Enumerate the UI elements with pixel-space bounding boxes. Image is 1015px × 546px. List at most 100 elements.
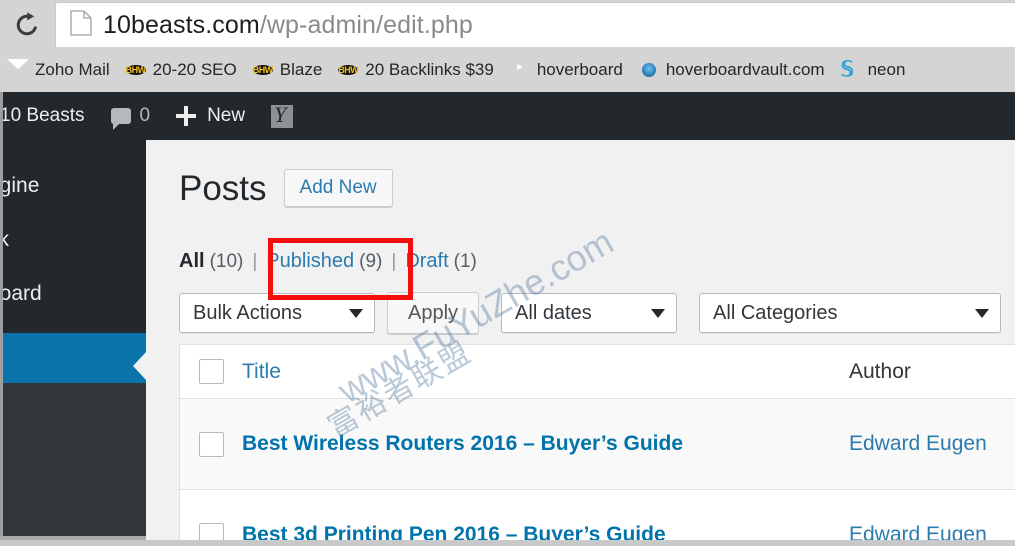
bookmark-hoverboard[interactable]: hoverboard: [510, 60, 623, 80]
row-title-cell: Best 3d Printing Pen 2016 – Buyer’s Guid…: [242, 523, 849, 540]
post-title-link[interactable]: Best Wireless Routers 2016 – Buyer’s Gui…: [242, 432, 683, 455]
page-title-row: Posts Add New: [179, 169, 393, 207]
post-title-link[interactable]: Best 3d Printing Pen 2016 – Buyer’s Guid…: [242, 523, 666, 540]
wp-admin-bar: 10 Beasts 0 New: [0, 92, 1015, 140]
sidebar-item-dashboard[interactable]: board: [0, 280, 146, 308]
filter-separator: |: [391, 251, 397, 272]
sidebar-item-settings[interactable]: s: [0, 493, 146, 519]
bookmark-20-backlinks[interactable]: BHW 20 Backlinks $39: [338, 60, 494, 80]
url-host: 10beasts.com: [103, 10, 260, 39]
column-header-title[interactable]: Title: [242, 360, 281, 383]
bookmarks-bar: Zoho Mail BHW 20-20 SEO BHW Blaze BHW 20…: [0, 48, 1015, 92]
add-new-button[interactable]: Add New: [283, 169, 393, 207]
comment-bubble-icon: [110, 108, 131, 130]
reload-icon[interactable]: [6, 6, 48, 44]
filter-published-count: (9): [359, 251, 383, 272]
adminbar-comments-count: 0: [139, 105, 151, 126]
all-dates-select[interactable]: All dates: [501, 293, 678, 333]
select-all-checkbox-cell: [180, 359, 242, 384]
adminbar-yoast[interactable]: [258, 92, 306, 140]
column-header-title-cell: Title: [242, 360, 849, 384]
bhw-icon: BHW: [125, 65, 146, 75]
sidebar-item-engine[interactable]: ngine: [0, 172, 146, 200]
omnibox-row: 10beasts.com/wp-admin/edit.php: [0, 0, 1015, 48]
table-row: Best 3d Printing Pen 2016 – Buyer’s Guid…: [180, 490, 1015, 540]
sidebar-item-jetpack[interactable]: ck: [0, 226, 146, 254]
adminbar-new[interactable]: New: [163, 92, 258, 140]
row-checkbox-cell: [180, 431, 242, 457]
row-checkbox[interactable]: [198, 431, 224, 457]
bhw-icon: BHW: [252, 65, 273, 75]
adminbar-new-label: New: [207, 105, 246, 126]
filter-separator: |: [252, 251, 258, 272]
sidebar-current-arrow-icon: [133, 352, 146, 380]
bookmark-label: 20 Backlinks $39: [365, 60, 494, 79]
adminbar-site-name[interactable]: 10 Beasts: [0, 92, 98, 140]
apply-label: Apply: [408, 301, 459, 324]
shopify-icon: 𝕊: [840, 57, 854, 81]
window-left-edge: [0, 92, 3, 546]
bhw-icon: BHW: [338, 65, 359, 75]
table-row: Best Wireless Routers 2016 – Buyer’s Gui…: [180, 399, 1015, 490]
filter-all[interactable]: All: [179, 250, 205, 273]
apply-button[interactable]: Apply: [387, 292, 480, 334]
url-path: /wp-admin/edit.php: [259, 10, 473, 39]
column-header-author-cell: Author: [849, 360, 1015, 384]
table-header-row: Title Author: [180, 345, 1015, 399]
bulk-actions-value: Bulk Actions: [193, 301, 302, 324]
url-text: 10beasts.com/wp-admin/edit.php: [103, 11, 473, 40]
bookmark-neon[interactable]: 𝕊 neon: [840, 57, 906, 81]
chevron-down-icon: [651, 308, 666, 318]
chevron-down-icon: [349, 308, 363, 318]
bookmark-label: neon: [867, 60, 906, 79]
row-author-cell: Edward Eugen: [849, 432, 1015, 456]
row-title-cell: Best Wireless Routers 2016 – Buyer’s Gui…: [242, 432, 849, 456]
posts-table: Title Author Best Wireless Routers 2016 …: [179, 344, 1015, 540]
sidebar-item-label: board: [0, 282, 42, 305]
browser-chrome: 10beasts.com/wp-admin/edit.php Zoho Mail…: [0, 0, 1015, 92]
post-status-filter-list: All (10) | Published (9) | Draft (1): [179, 250, 477, 273]
plus-icon: [176, 106, 197, 126]
all-dates-value: All dates: [515, 301, 592, 324]
youtube-icon: [510, 60, 530, 80]
bookmark-label: Blaze: [279, 60, 323, 79]
filter-published[interactable]: Published: [266, 250, 354, 273]
chevron-down-icon: [975, 308, 990, 318]
bookmark-20-20-seo[interactable]: BHW 20-20 SEO: [125, 60, 237, 80]
all-categories-select[interactable]: All Categories: [699, 293, 1002, 333]
table-nav-filters: Bulk Actions Apply All dates All Categor…: [179, 292, 1015, 334]
sidebar-lower-group: [0, 383, 146, 546]
bookmark-label: hoverboardvault.com: [665, 60, 825, 79]
sidebar-item-label: ngine: [0, 174, 40, 197]
select-all-checkbox[interactable]: [198, 359, 224, 384]
bookmark-label: hoverboard: [536, 60, 623, 79]
zoho-mail-icon: [8, 60, 28, 80]
wp-body-content: Posts Add New All (10) | Published (9) |…: [146, 140, 1015, 540]
all-categories-value: All Categories: [713, 301, 838, 324]
adminbar-comments[interactable]: 0: [98, 92, 164, 140]
bookmark-label: Zoho Mail: [35, 60, 110, 79]
bookmark-zoho-mail[interactable]: Zoho Mail: [8, 60, 110, 80]
filter-all-count: (10): [209, 251, 244, 272]
row-author-cell: Edward Eugen: [849, 523, 1015, 540]
bookmark-hoverboardvault[interactable]: hoverboardvault.com: [639, 60, 825, 80]
post-author-link[interactable]: Edward Eugen: [849, 432, 987, 455]
row-checkbox-cell: [180, 522, 242, 540]
row-checkbox[interactable]: [198, 522, 224, 540]
address-bar[interactable]: 10beasts.com/wp-admin/edit.php: [55, 2, 1015, 47]
filter-draft[interactable]: Draft: [405, 250, 448, 273]
globe-icon: [639, 60, 659, 80]
sidebar-item-posts[interactable]: s: [0, 333, 146, 383]
post-author-link[interactable]: Edward Eugen: [849, 523, 987, 540]
page-document-icon: [70, 9, 92, 41]
adminbar-site-label: 10 Beasts: [0, 105, 85, 126]
admin-sidebar-menu: ngine ck board s s: [0, 140, 146, 546]
bookmark-blaze[interactable]: BHW Blaze: [252, 60, 323, 80]
bookmark-label: 20-20 SEO: [152, 60, 237, 79]
yoast-icon: [271, 102, 294, 128]
bulk-actions-select[interactable]: Bulk Actions: [179, 293, 375, 333]
page-title: Posts: [179, 168, 267, 208]
column-header-author[interactable]: Author: [849, 360, 911, 383]
filter-draft-count: (1): [453, 251, 477, 272]
page-bottom-edge: [0, 540, 1015, 546]
